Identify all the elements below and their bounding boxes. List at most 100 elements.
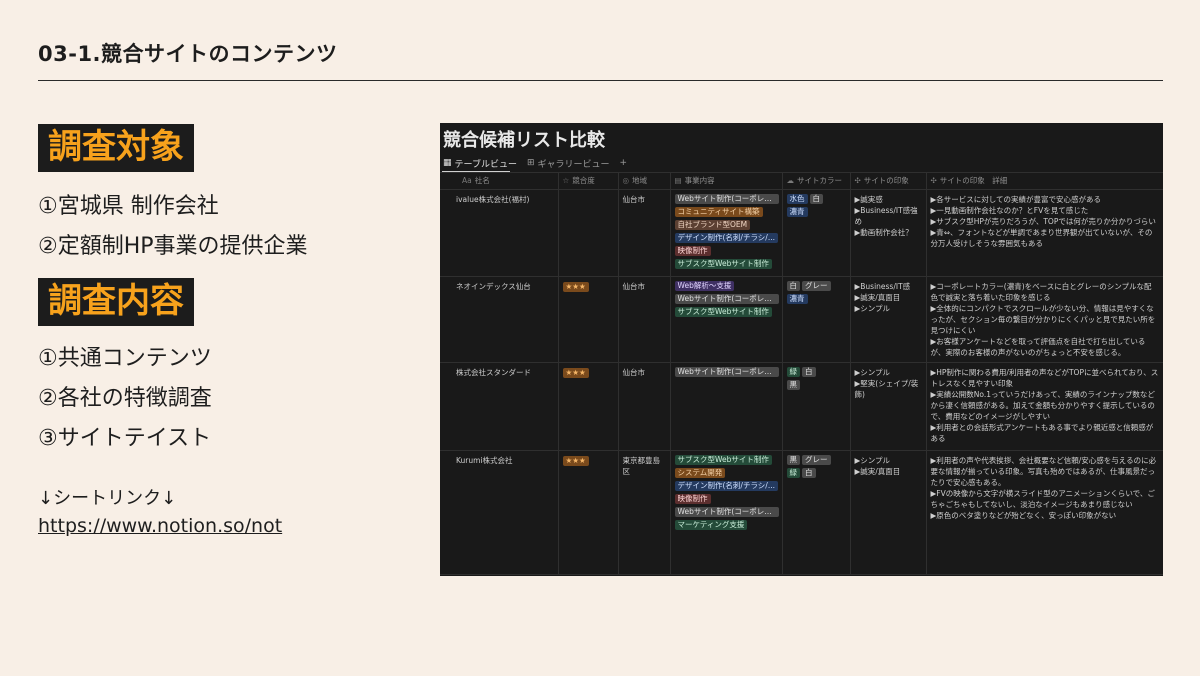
table-row[interactable]: ivalue株式会社(福村) 仙台市 Webサイト制作(コーポレー... コミュニティ… xyxy=(440,189,1163,277)
table-header-row: Aa 社名 ☆ 競合度 ◎ 地域 ▤ 事業内容 ☁ サイトカラー ✣ サイトの印象 ✣ サイト… xyxy=(440,173,1163,190)
impression-line: ▶誠実/真面目 xyxy=(854,466,901,476)
cell-detail[interactable]: ▶HP制作に関わる費用/利用者の声などがTOPに並べられており、ストレスなく見や… xyxy=(926,362,1163,451)
cell-site-color[interactable]: 黒グレー緑白 xyxy=(782,450,851,575)
cell-impression[interactable]: ▶誠実感 ▶Business/IT感強め ▶動画制作会社？ xyxy=(850,189,927,277)
rating-badge: ★★★ xyxy=(562,455,589,466)
content-item-1: ①共通コンテンツ xyxy=(38,346,212,371)
table-body: ivalue株式会社(福村) 仙台市 Webサイト制作(コーポレー... コミュニティ… xyxy=(440,189,1163,575)
business-tag: Web解析〜支援 xyxy=(674,280,735,291)
business-tag: Webサイト制作(コーポレー... xyxy=(674,293,779,304)
business-tag: デザイン制作(名刺/チラシ/... xyxy=(674,480,778,491)
column-header-label: 事業内容 xyxy=(684,176,715,186)
clover-icon: ✣ xyxy=(854,176,861,186)
cell-business[interactable]: Web解析〜支援 Webサイト制作(コーポレー... サブスク型Webサイト制作 xyxy=(670,276,783,363)
company-name: ivalue株式会社(福村) xyxy=(456,194,530,204)
sheet-link-label: ↓シートリンク↓ xyxy=(38,488,177,509)
cell-site-color[interactable]: 水色白濃青 xyxy=(782,189,851,277)
table-icon: ▦ xyxy=(443,158,452,168)
tab-gallery-view-label: ギャラリービュー xyxy=(537,159,610,170)
business-tag: システム開発 xyxy=(674,467,726,478)
column-header-name[interactable]: Aa 社名 xyxy=(440,173,559,190)
color-tag: グレー xyxy=(802,454,831,465)
business-tag: Webサイト制作(コーポレー... xyxy=(674,366,779,377)
business-tag: 映像制作 xyxy=(674,493,711,504)
detail-line: ▶青⇔、フォントなどが単調であまり世界観が出ていないが、その分万人受けしそうな雰… xyxy=(930,227,1153,248)
cell-impression[interactable]: ▶Business/IT感 ▶誠実/真面目 ▶シンプル xyxy=(850,276,927,363)
cell-business[interactable]: Webサイト制作(コーポレー... xyxy=(670,362,783,451)
text-icon: Aa xyxy=(462,176,472,186)
section-heading-contents: 調査内容 xyxy=(38,278,194,326)
cell-rating[interactable] xyxy=(558,189,619,277)
table-row[interactable]: Kurumi株式会社 ★★★ 東京都豊島区 サブスク型Webサイト制作 システム開発 デザ… xyxy=(440,450,1163,575)
cell-detail[interactable]: ▶各サービスに対しての実績が豊富で安心感がある ▶一見動画制作会社なのか？とFVを… xyxy=(926,189,1163,277)
section-heading-targets: 調査対象 xyxy=(38,124,194,172)
impression-line: ▶堅実(シェイプ/装飾) xyxy=(854,378,919,399)
cell-business[interactable]: Webサイト制作(コーポレー... コミュニティサイト構築 自社ブランド型OEM デザ… xyxy=(670,189,783,277)
detail-line: ▶利用者との会話形式アンケートもある事でより親近感と信頼感がある xyxy=(930,422,1154,443)
column-header-site-color[interactable]: ☁ サイトカラー xyxy=(782,173,851,190)
cell-company-name[interactable]: 株式会社スタンダード xyxy=(440,362,559,451)
cell-company-name[interactable]: ivalue株式会社(福村) xyxy=(440,189,559,277)
business-tag: デザイン制作(名刺/チラシ/... xyxy=(674,232,778,243)
content-item-2: ②各社の特徴調査 xyxy=(38,386,212,411)
content-item-3: ③サイトテイスト xyxy=(38,426,212,451)
competitor-table: Aa 社名 ☆ 競合度 ◎ 地域 ▤ 事業内容 ☁ サイトカラー ✣ サイトの印象 ✣ サイト… xyxy=(440,173,1163,575)
clover-icon: ✣ xyxy=(930,176,937,186)
sheet-link[interactable]: https://www.notion.so/not xyxy=(38,515,282,537)
notion-database-panel: 競合候補リスト比較 ▦ テーブルビュー ⊞ ギャラリービュー + Aa 社名 ☆ 競… xyxy=(440,123,1163,576)
cell-area[interactable]: 東京都豊島区 xyxy=(618,450,671,575)
cell-site-color[interactable]: 白グレー 濃青 xyxy=(782,276,851,363)
impression-line: ▶Business/IT感強め xyxy=(854,205,918,226)
business-tag: 自社ブランド型OEM xyxy=(674,219,751,230)
area-value: 仙台市 xyxy=(622,367,646,377)
column-header-rating[interactable]: ☆ 競合度 xyxy=(558,173,619,190)
company-name: Kurumi株式会社 xyxy=(456,455,513,465)
column-header-label: 競合度 xyxy=(572,176,595,186)
cell-company-name[interactable]: ネオインデックス仙台 xyxy=(440,276,559,363)
color-tag: 白 xyxy=(802,467,816,478)
cell-area[interactable]: 仙台市 xyxy=(618,362,671,451)
detail-line: ▶FVの映像から文字が横スライド型のアニメーションくらいで、ごちゃごちゃもしてな… xyxy=(930,488,1155,509)
cell-impression[interactable]: ▶シンプル ▶誠実/真面目 xyxy=(850,450,927,575)
impression-line: ▶シンプル xyxy=(854,367,891,377)
cell-rating[interactable]: ★★★ xyxy=(558,450,619,575)
database-title: 競合候補リスト比較 xyxy=(443,130,605,151)
cell-area[interactable]: 仙台市 xyxy=(618,189,671,277)
tab-gallery-view[interactable]: ⊞ ギャラリービュー xyxy=(527,155,610,171)
detail-line: ▶各サービスに対しての実績が豊富で安心感がある xyxy=(930,194,1102,204)
detail-line: ▶全体的にコンパクトでスクロールが少ない分、情報は見やすくなったが、セクション毎… xyxy=(930,303,1156,335)
target-item-2: ②定額制HP事業の提供企業 xyxy=(38,234,308,259)
detail-line: ▶コーポレートカラー(濃青)をベースに白とグレーのシンプルな配色で誠実と落ち着い… xyxy=(930,281,1152,302)
column-header-impression[interactable]: ✣ サイトの印象 xyxy=(850,173,927,190)
column-header-area[interactable]: ◎ 地域 xyxy=(618,173,671,190)
cell-detail[interactable]: ▶コーポレートカラー(濃青)をベースに白とグレーのシンプルな配色で誠実と落ち着い… xyxy=(926,276,1163,363)
cell-rating[interactable]: ★★★ xyxy=(558,362,619,451)
cell-impression[interactable]: ▶シンプル ▶堅実(シェイプ/装飾) xyxy=(850,362,927,451)
cell-site-color[interactable]: 緑白黒 xyxy=(782,362,851,451)
detail-line: ▶実績公開数No.1っていうだけあって、実績のラインナップ数などから凄く信頼感が… xyxy=(930,389,1155,421)
business-tag: マーケティング支援 xyxy=(674,519,748,530)
tab-table-view[interactable]: ▦ テーブルビュー xyxy=(443,155,517,171)
color-tag: 濃青 xyxy=(786,206,808,217)
table-row[interactable]: ネオインデックス仙台 ★★★ 仙台市 Web解析〜支援 Webサイト制作(コーポレー..… xyxy=(440,276,1163,363)
business-tag: Webサイト制作(コーポレー... xyxy=(674,506,779,517)
color-tag: グレー xyxy=(802,280,831,291)
cell-detail[interactable]: ▶利用者の声や代表挨拶、会社概要など信頼/安心感を与えるのに必要な情報が揃ってい… xyxy=(926,450,1163,575)
table-row[interactable]: 株式会社スタンダード ★★★ 仙台市 Webサイト制作(コーポレー... 緑白黒 ▶シンプ… xyxy=(440,362,1163,451)
company-name: ネオインデックス仙台 xyxy=(456,281,531,291)
column-header-label: 地域 xyxy=(632,176,648,186)
pin-icon: ◎ xyxy=(622,176,630,186)
color-tag: 黒 xyxy=(786,379,800,390)
cell-area[interactable]: 仙台市 xyxy=(618,276,671,363)
column-header-detail[interactable]: ✣ サイトの印象 詳細 xyxy=(926,173,1163,190)
column-header-label: サイトカラー xyxy=(797,176,842,186)
cell-business[interactable]: サブスク型Webサイト制作 システム開発 デザイン制作(名刺/チラシ/... 映像制作… xyxy=(670,450,783,575)
cell-company-name[interactable]: Kurumi株式会社 xyxy=(440,450,559,575)
cell-rating[interactable]: ★★★ xyxy=(558,276,619,363)
add-view-button[interactable]: + xyxy=(620,155,628,171)
detail-line: ▶一見動画制作会社なのか？とFVを見て感じた xyxy=(930,205,1089,215)
list-icon: ▤ xyxy=(674,176,682,186)
detail-line: ▶原色のベタ塗りなどが殆どなく、安っぽい印象がない xyxy=(930,510,1117,520)
impression-line: ▶誠実/真面目 xyxy=(854,292,901,302)
column-header-business[interactable]: ▤ 事業内容 xyxy=(670,173,783,190)
